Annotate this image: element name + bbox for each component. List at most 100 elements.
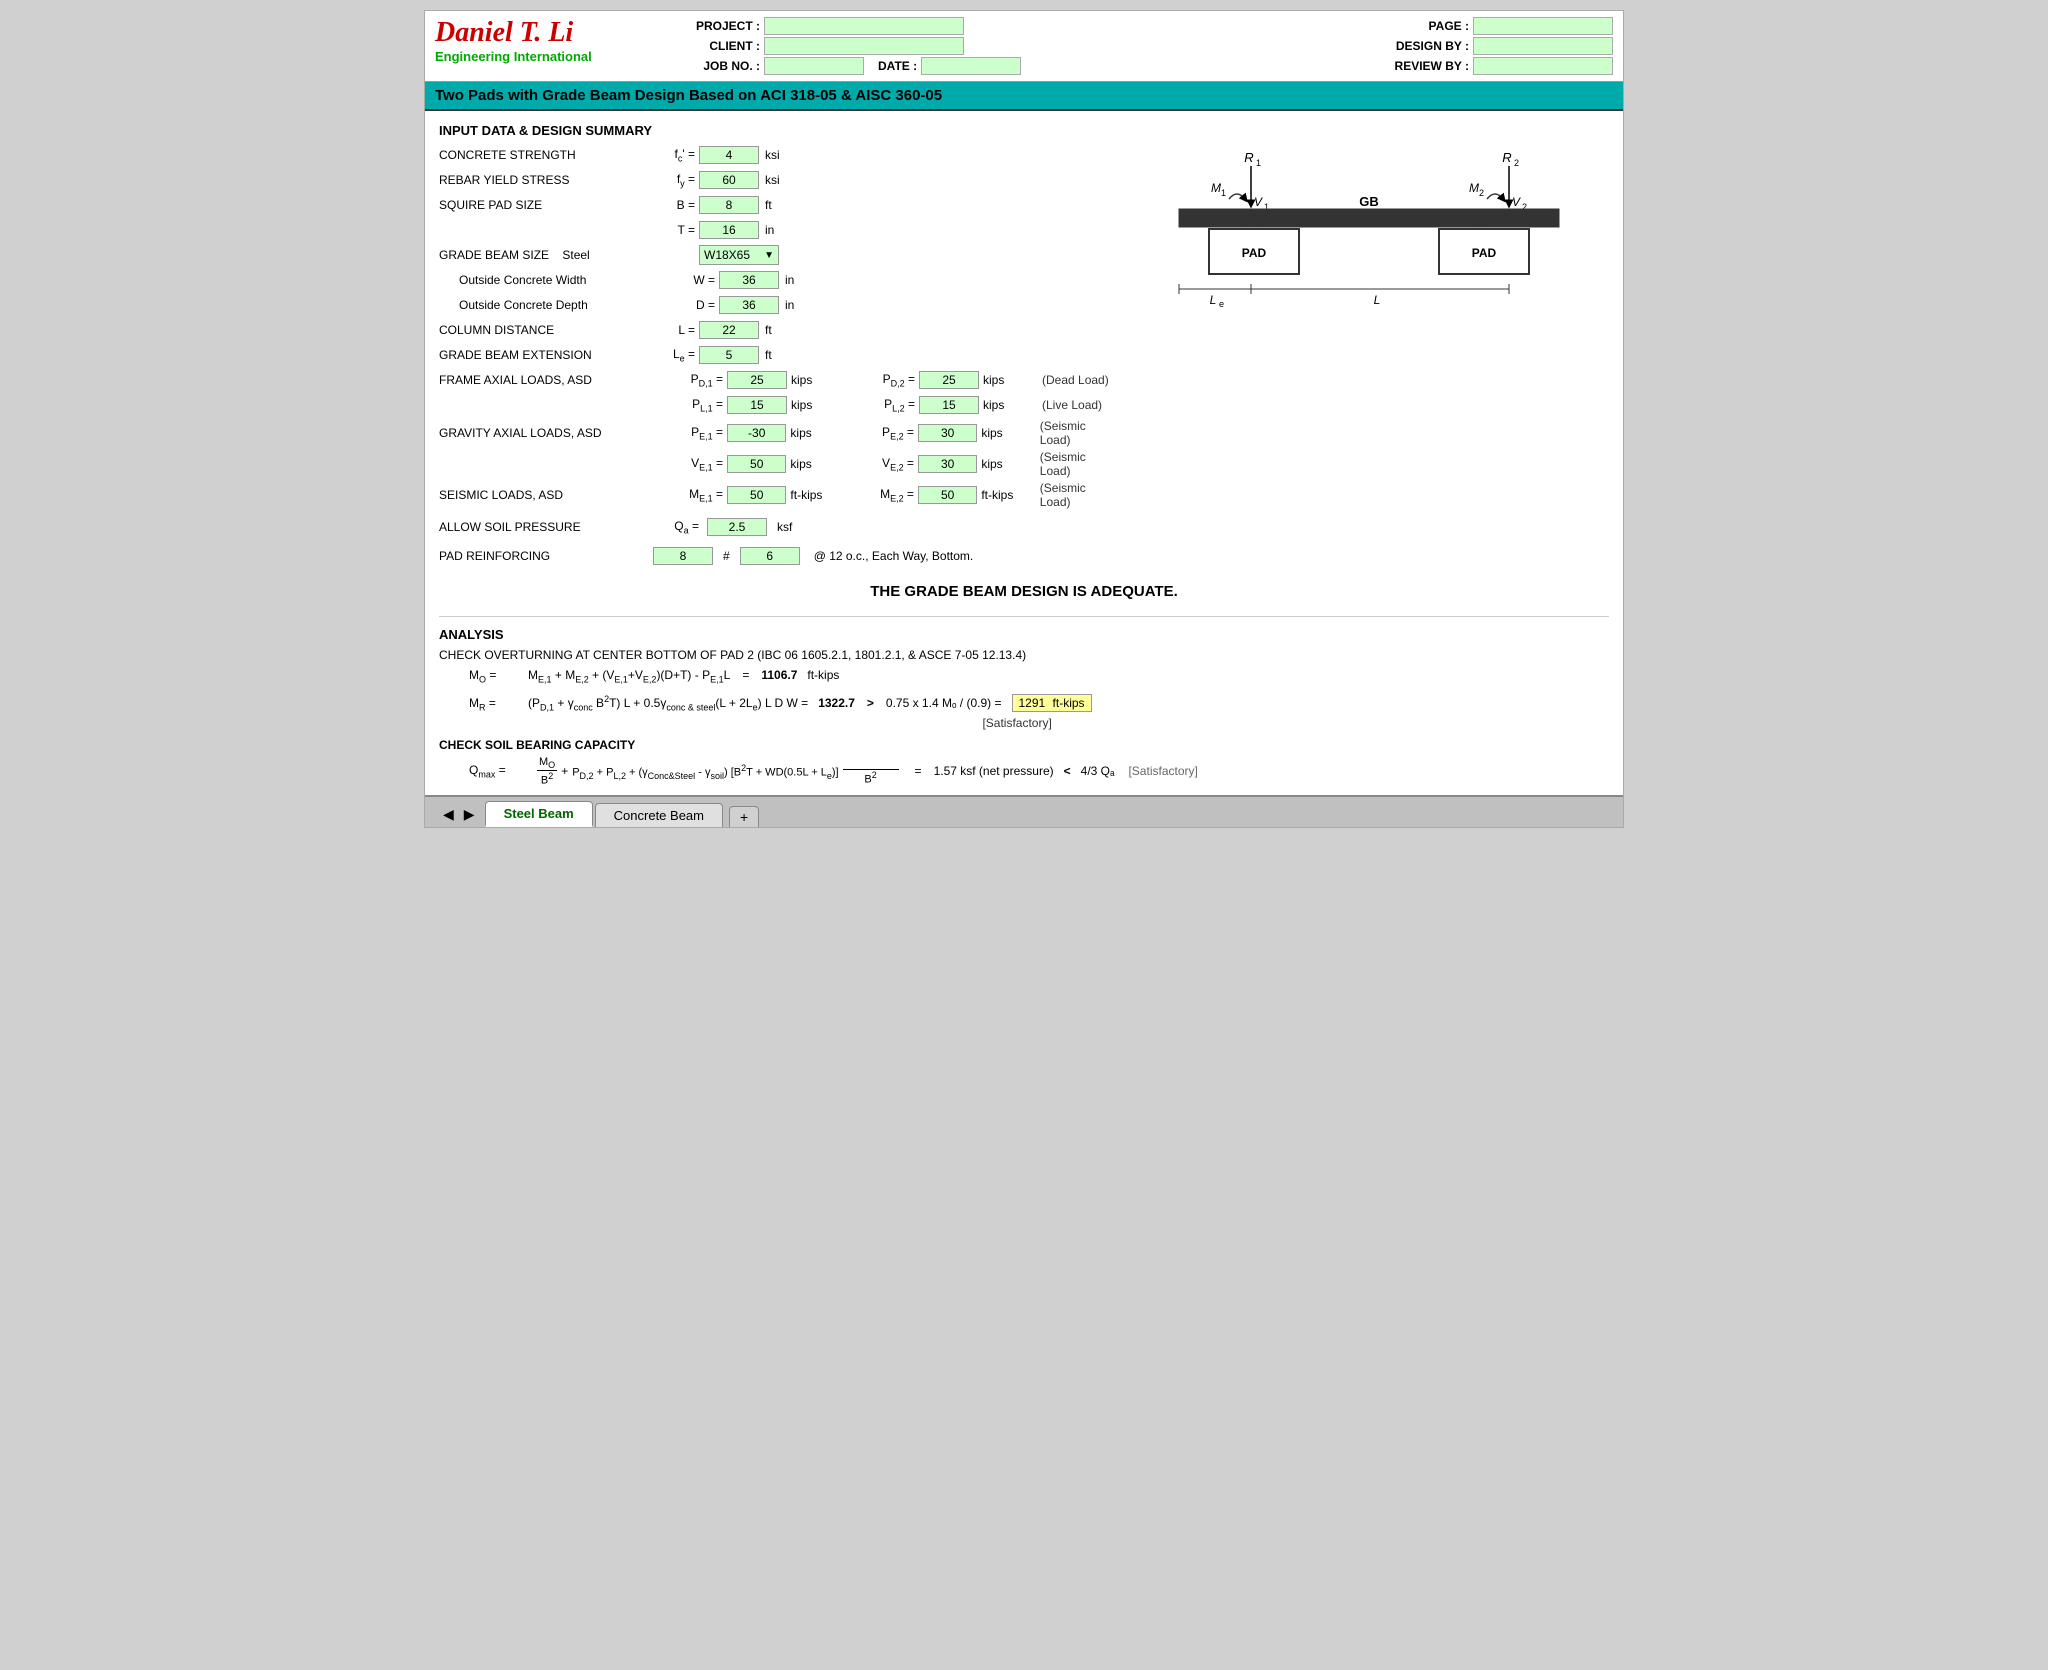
ME-desc: (Seismic Load) [1040,481,1119,509]
structural-diagram: R 1 R 2 M 1 V 1 M [1129,144,1609,374]
MR-val: 1322.7 [818,696,855,710]
header-fields: PROJECT : CLIENT : JOB NO. : DATE : [685,17,1021,75]
column-distance-label: COLUMN DISTANCE [439,323,649,337]
nav-arrows: ◀ ▶ [433,802,485,827]
tab-add-button[interactable]: + [729,806,759,827]
soil-plus-terms: PD,2 + PL,2 + (γConc&Steel - γsoil) [B2T… [572,763,838,781]
page-input[interactable] [1473,17,1613,35]
MO-label: MO = [469,668,524,684]
analysis-section: ANALYSIS CHECK OVERTURNING AT CENTER BOT… [439,616,1609,787]
svg-text:R: R [1502,150,1511,165]
svg-text:M: M [1469,181,1479,195]
L-var: L = [649,323,699,337]
title-text: Two Pads with Grade Beam Design Based on… [435,87,942,104]
T-value[interactable]: 16 [699,221,759,239]
reinf-bars[interactable]: 8 [653,547,713,565]
reviewby-row: REVIEW BY : [1379,57,1613,75]
PE2-value[interactable]: 30 [918,424,977,442]
MR-label: MR = [469,696,524,712]
header-project-row: PROJECT : [685,17,1021,35]
reviewby-label: REVIEW BY : [1379,59,1469,73]
soil-formula-row: Qmax = MO B2 + PD,2 + PL,2 + (γConc&Stee… [469,756,1609,787]
pad-reinforcing-label: PAD REINFORCING [439,549,649,563]
title-bar: Two Pads with Grade Beam Design Based on… [425,82,1623,111]
pad-size-b-row: SQUIRE PAD SIZE B = 8 ft [439,194,1119,216]
VE2-value[interactable]: 30 [918,455,977,473]
PL1-value[interactable]: 15 [727,396,787,414]
soil-result: 1.57 ksf (net pressure) [934,764,1054,778]
designby-input[interactable] [1473,37,1613,55]
tab-steel-beam[interactable]: Steel Beam [485,801,593,827]
PE-desc: (Seismic Load) [1040,419,1119,447]
PL2-value[interactable]: 15 [919,396,979,414]
D-value[interactable]: 36 [719,296,779,314]
header-jobno-row: JOB NO. : DATE : [685,57,1021,75]
Qa-unit: ksf [777,520,792,534]
PE1-value[interactable]: -30 [727,424,786,442]
check-soil-label: CHECK SOIL BEARING CAPACITY [439,738,1609,752]
date-input[interactable] [921,57,1021,75]
ME2-unit: ft-kips [981,488,1035,502]
tab-concrete-beam[interactable]: Concrete Beam [595,803,723,827]
L-value[interactable]: 22 [699,321,759,339]
fc-value[interactable]: 4 [699,146,759,164]
MO-unit: ft-kips [807,668,839,682]
VE1-value[interactable]: 50 [727,455,786,473]
soil-qa: 4/3 Qₐ [1081,764,1115,778]
column-distance-row: COLUMN DISTANCE L = 22 ft [439,319,1119,341]
soil-frac2: B2 [843,757,899,786]
header-right: PAGE : DESIGN BY : REVIEW BY : [1379,17,1613,75]
soil-num: MO [537,756,557,771]
VE2-var: VE,2 = [844,456,914,472]
svg-text:2: 2 [1479,188,1484,198]
MR-satisfactory: [Satisfactory] [469,716,1609,730]
PE2-var: PE,2 = [844,425,914,441]
B-value[interactable]: 8 [699,196,759,214]
L-unit: ft [765,323,772,337]
PD1-var: PD,1 = [653,372,723,388]
fy-value[interactable]: 60 [699,171,759,189]
W-value[interactable]: 36 [719,271,779,289]
soil-lhs: Qmax = [469,763,529,779]
reinf-hash: # [723,549,730,563]
reinf-size[interactable]: 6 [740,547,800,565]
Qa-var: Qa = [653,519,703,535]
Le-var: Le = [649,347,699,363]
PE2-unit: kips [981,426,1035,440]
frame-axial-row1: FRAME AXIAL LOADS, ASD PD,1 = 25 kips PD… [439,369,1119,391]
pad-size-label: SQUIRE PAD SIZE [439,198,649,212]
client-input[interactable] [764,37,964,55]
PE1-unit: kips [790,426,840,440]
grade-beam-dropdown[interactable]: W18X65 ▼ [699,245,779,265]
MO-row: MO = ME,1 + ME,2 + (VE,1+VE,2)(D+T) - PE… [469,668,1609,690]
MR-row: MR = (PD,1 + γconc B2T) L + 0.5γconc & s… [469,694,1609,716]
PD1-value[interactable]: 25 [727,371,787,389]
seismic-label: SEISMIC LOADS, ASD [439,488,649,502]
nav-right-arrow[interactable]: ▶ [460,804,479,825]
Le-value[interactable]: 5 [699,346,759,364]
logo-block: Daniel T. Li Engineering International [435,17,675,64]
fc-var: fc' = [649,147,699,163]
outside-width-label: Outside Concrete Width [459,273,669,287]
soil-lt: < [1064,764,1071,778]
PD2-value[interactable]: 25 [919,371,979,389]
soil-den2: B2 [862,770,878,786]
VE1-var: VE,1 = [653,456,723,472]
svg-text:V: V [1254,195,1263,209]
soil-num2 [843,757,899,770]
nav-left-arrow[interactable]: ◀ [439,804,458,825]
reviewby-input[interactable] [1473,57,1613,75]
PL1-unit: kips [791,398,841,412]
ME2-value[interactable]: 50 [918,486,977,504]
summary-box: THE GRADE BEAM DESIGN IS ADEQUATE. [439,577,1609,606]
ME1-value[interactable]: 50 [727,486,786,504]
diagram-right: R 1 R 2 M 1 V 1 M [1129,144,1609,567]
jobno-label: JOB NO. : [685,59,760,73]
jobno-input[interactable] [764,57,864,75]
project-input[interactable] [764,17,964,35]
Qa-value[interactable]: 2.5 [707,518,767,536]
svg-text:1: 1 [1256,158,1261,168]
dropdown-arrow-icon: ▼ [764,250,774,261]
T-var: T = [649,223,699,237]
soil-formula: MO B2 + PD,2 + PL,2 + (γConc&Steel - γso… [533,756,903,787]
